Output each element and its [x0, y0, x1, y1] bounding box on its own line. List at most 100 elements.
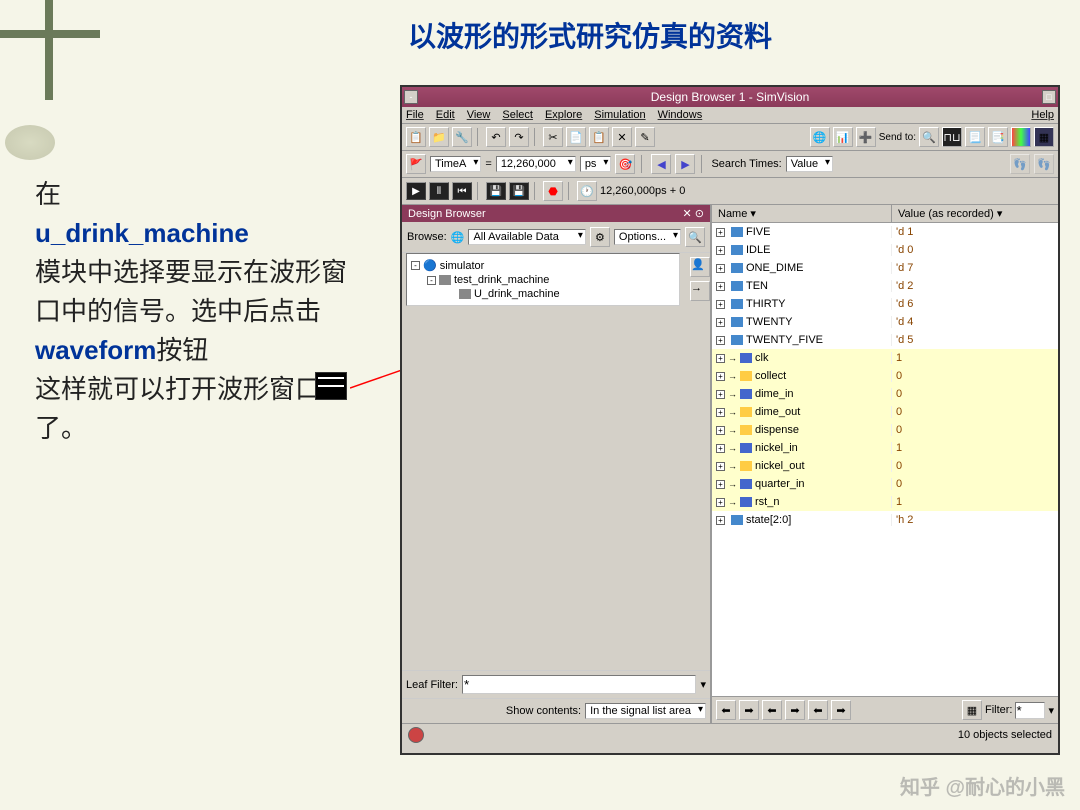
- signal-row[interactable]: +FIVE'd 1: [712, 223, 1058, 241]
- options-button[interactable]: Options...: [614, 229, 681, 245]
- hierarchy-tree[interactable]: - 🔵 simulator - test_drink_machine U_dri…: [406, 253, 680, 306]
- paste-button[interactable]: 📋: [589, 127, 609, 147]
- clock-button[interactable]: 🕐: [577, 181, 597, 201]
- menu-help[interactable]: Help: [1031, 109, 1054, 121]
- signal-row[interactable]: +ONE_DIME'd 7: [712, 259, 1058, 277]
- time-marker-select[interactable]: TimeA: [430, 156, 481, 172]
- signal-row[interactable]: +→rst_n1: [712, 493, 1058, 511]
- expand-icon[interactable]: +: [716, 498, 725, 507]
- menu-view[interactable]: View: [467, 109, 491, 121]
- signal-row[interactable]: +→dime_in0: [712, 385, 1058, 403]
- signal-row[interactable]: +→collect0: [712, 367, 1058, 385]
- save-button[interactable]: 💾: [486, 182, 506, 200]
- nav-btn[interactable]: ⬅: [716, 700, 736, 720]
- expand-icon[interactable]: +: [716, 228, 725, 237]
- tool-btn[interactable]: 📊: [833, 127, 853, 147]
- tree-item-module[interactable]: U_drink_machine: [411, 287, 675, 301]
- time-unit-select[interactable]: ps: [580, 156, 612, 172]
- sendto-btn[interactable]: ▦: [1034, 127, 1054, 147]
- nav-btn[interactable]: ➡: [739, 700, 759, 720]
- expand-icon[interactable]: +: [716, 354, 725, 363]
- leaf-filter-input[interactable]: [462, 675, 697, 694]
- expand-icon[interactable]: +: [716, 516, 725, 525]
- play-button[interactable]: ▶: [406, 182, 426, 200]
- tool-btn[interactable]: 🔧: [452, 127, 472, 147]
- signal-row[interactable]: +TEN'd 2: [712, 277, 1058, 295]
- expand-icon[interactable]: +: [716, 336, 725, 345]
- redo-button[interactable]: ↷: [509, 127, 529, 147]
- sendto-btn[interactable]: 📃: [965, 127, 985, 147]
- side-btn[interactable]: 👤: [690, 257, 710, 277]
- stop-button[interactable]: ⬣: [543, 181, 563, 201]
- time-btn[interactable]: 🎯: [615, 154, 635, 174]
- signal-row[interactable]: +→nickel_out0: [712, 457, 1058, 475]
- expand-icon[interactable]: +: [716, 318, 725, 327]
- signal-row[interactable]: +→dispense0: [712, 421, 1058, 439]
- sendto-btn[interactable]: 🔍: [919, 127, 939, 147]
- menu-simulation[interactable]: Simulation: [594, 109, 645, 121]
- nav-btn[interactable]: ➡: [831, 700, 851, 720]
- tree-item-simulator[interactable]: - 🔵 simulator: [411, 258, 675, 273]
- menu-file[interactable]: File: [406, 109, 424, 121]
- signal-row[interactable]: +→quarter_in0: [712, 475, 1058, 493]
- menu-edit[interactable]: Edit: [436, 109, 455, 121]
- name-column-header[interactable]: Name ▾: [712, 205, 892, 222]
- dropdown-icon[interactable]: ▾: [700, 678, 706, 691]
- signal-row[interactable]: +→clk1: [712, 349, 1058, 367]
- copy-button[interactable]: 📄: [566, 127, 586, 147]
- signal-list[interactable]: +FIVE'd 1+IDLE'd 0+ONE_DIME'd 7+TEN'd 2+…: [712, 223, 1058, 696]
- nav-btn[interactable]: ➡: [785, 700, 805, 720]
- side-btn[interactable]: →: [690, 281, 710, 301]
- signal-row[interactable]: +THIRTY'd 6: [712, 295, 1058, 313]
- flag-button[interactable]: 🚩: [406, 154, 426, 174]
- expand-icon[interactable]: +: [716, 390, 725, 399]
- menu-explore[interactable]: Explore: [545, 109, 582, 121]
- cut-button[interactable]: ✂: [543, 127, 563, 147]
- filter-btn[interactable]: ▦: [962, 700, 982, 720]
- search-button[interactable]: 🔍: [685, 227, 705, 247]
- expand-icon[interactable]: +: [716, 462, 725, 471]
- tool-btn[interactable]: 🌐: [810, 127, 830, 147]
- nav-btn[interactable]: ⬅: [762, 700, 782, 720]
- expand-icon[interactable]: +: [716, 282, 725, 291]
- prev-button[interactable]: ◀: [651, 154, 671, 174]
- show-contents-select[interactable]: In the signal list area: [585, 703, 706, 719]
- step-button[interactable]: ⦀: [429, 182, 449, 200]
- footprint-btn[interactable]: 👣: [1010, 154, 1030, 174]
- delete-button[interactable]: ✕: [612, 127, 632, 147]
- tree-item-testbench[interactable]: - test_drink_machine: [411, 273, 675, 287]
- rewind-button[interactable]: ⏮: [452, 182, 472, 200]
- dropdown-icon[interactable]: ▾: [1048, 704, 1054, 717]
- expand-icon[interactable]: +: [716, 480, 725, 489]
- settings-button[interactable]: ⚙: [590, 227, 610, 247]
- undo-button[interactable]: ↶: [486, 127, 506, 147]
- search-value-select[interactable]: Value: [786, 156, 833, 172]
- signal-row[interactable]: +state[2:0]'h 2: [712, 511, 1058, 529]
- expand-icon[interactable]: +: [716, 300, 725, 309]
- signal-row[interactable]: +IDLE'd 0: [712, 241, 1058, 259]
- signal-row[interactable]: +TWENTY'd 4: [712, 313, 1058, 331]
- window-menu-button[interactable]: -: [404, 90, 418, 104]
- browse-select[interactable]: All Available Data: [468, 229, 585, 245]
- tool-btn[interactable]: 📁: [429, 127, 449, 147]
- expand-icon[interactable]: +: [716, 264, 725, 273]
- expand-icon[interactable]: +: [716, 444, 725, 453]
- maximize-button[interactable]: □: [1042, 90, 1056, 104]
- collapse-icon[interactable]: -: [427, 276, 436, 285]
- menu-select[interactable]: Select: [502, 109, 533, 121]
- titlebar[interactable]: - Design Browser 1 - SimVision □: [402, 87, 1058, 107]
- signal-row[interactable]: +TWENTY_FIVE'd 5: [712, 331, 1058, 349]
- waveform-button[interactable]: ⊓⊔: [942, 127, 962, 147]
- tool-btn[interactable]: ✎: [635, 127, 655, 147]
- panel-controls[interactable]: ✕ ⊙: [683, 207, 705, 220]
- filter-input[interactable]: [1015, 702, 1045, 719]
- sendto-btn[interactable]: [1011, 127, 1031, 147]
- expand-icon[interactable]: +: [716, 246, 725, 255]
- value-column-header[interactable]: Value (as recorded) ▾: [892, 205, 1058, 222]
- expand-icon[interactable]: +: [716, 372, 725, 381]
- tool-btn[interactable]: 📋: [406, 127, 426, 147]
- time-value-input[interactable]: 12,260,000: [496, 156, 576, 172]
- collapse-icon[interactable]: -: [411, 261, 420, 270]
- signal-row[interactable]: +→nickel_in1: [712, 439, 1058, 457]
- menu-windows[interactable]: Windows: [658, 109, 703, 121]
